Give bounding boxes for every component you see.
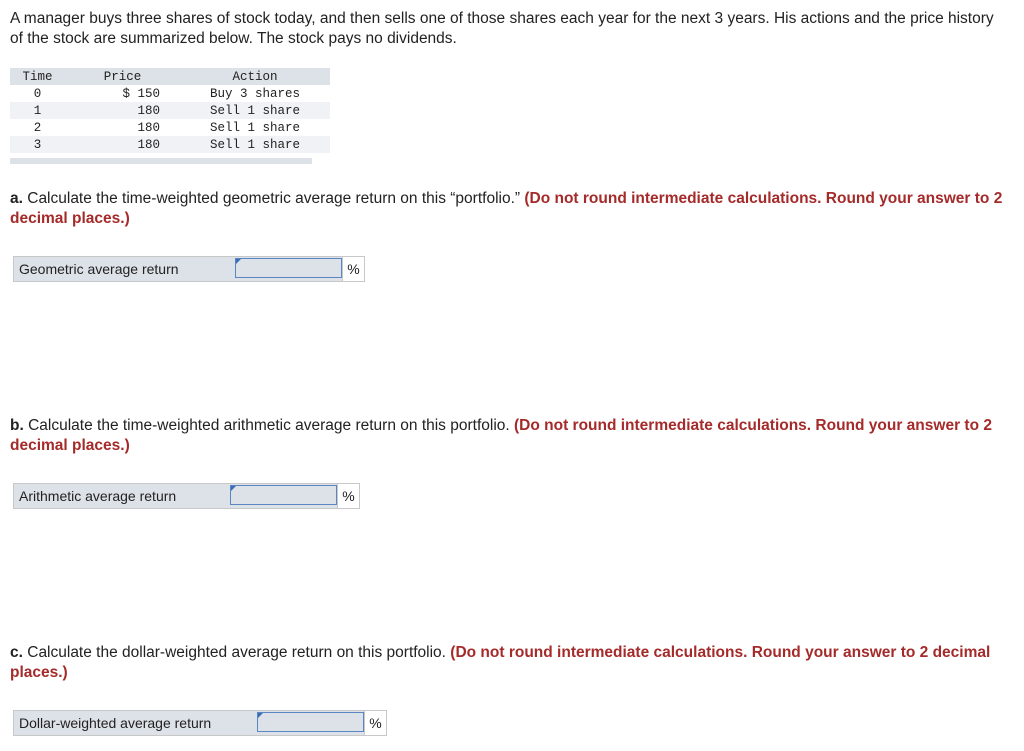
answer-label: Dollar-weighted average return [19, 715, 212, 731]
question-letter: a. [10, 190, 23, 207]
table-row: 0 $ 150 Buy 3 shares [10, 85, 330, 102]
question-c: c. Calculate the dollar-weighted average… [10, 643, 1010, 683]
cell-price: $ 150 [122, 86, 160, 101]
question-text: Calculate the time-weighted geometric av… [22, 190, 525, 207]
cell-action: Sell 1 share [209, 137, 300, 152]
header-action: Action [232, 69, 278, 84]
answer-row-geometric: Geometric average return % [13, 256, 365, 282]
cell-time: 0 [33, 86, 42, 101]
question-text: Calculate the dollar-weighted average re… [22, 644, 451, 661]
answer-row-arithmetic: Arithmetic average return % [13, 483, 360, 509]
cell-action: Sell 1 share [209, 103, 300, 118]
table-row: 1 180 Sell 1 share [10, 102, 330, 119]
geometric-return-input[interactable] [235, 258, 342, 278]
table-row: 3 180 Sell 1 share [10, 136, 330, 153]
problem-intro: A manager buys three shares of stock tod… [10, 10, 994, 47]
question-letter: c. [10, 644, 23, 661]
question-letter: b. [10, 417, 24, 434]
answer-label: Arithmetic average return [19, 488, 177, 504]
cell-action: Buy 3 shares [209, 86, 300, 101]
header-time: Time [22, 69, 53, 84]
cell-time: 2 [33, 120, 42, 135]
percent-unit: % [337, 484, 359, 508]
cell-price: 180 [137, 137, 160, 152]
cell-price: 180 [137, 103, 160, 118]
header-price: Price [103, 69, 142, 84]
dollar-weighted-return-input[interactable] [257, 712, 364, 732]
table-row: 2 180 Sell 1 share [10, 119, 330, 136]
cell-action: Sell 1 share [209, 120, 300, 135]
answer-row-dollar-weighted: Dollar-weighted average return % [13, 710, 387, 736]
question-a: a. Calculate the time-weighted geometric… [10, 189, 1010, 229]
question-text: Calculate the time-weighted arithmetic a… [23, 417, 514, 434]
arithmetic-return-input[interactable] [230, 485, 337, 505]
cell-time: 1 [33, 103, 42, 118]
answer-label: Geometric average return [19, 261, 179, 277]
percent-unit: % [342, 257, 364, 281]
stock-price-table: Time Price Action 0 $ 150 Buy 3 shares 1… [10, 68, 330, 153]
cell-time: 3 [33, 137, 42, 152]
table-header-row: Time Price Action [10, 68, 330, 85]
cell-price: 180 [137, 120, 160, 135]
percent-unit: % [364, 711, 386, 735]
table-footer-bar [10, 158, 312, 164]
question-b: b. Calculate the time-weighted arithmeti… [10, 416, 1010, 456]
